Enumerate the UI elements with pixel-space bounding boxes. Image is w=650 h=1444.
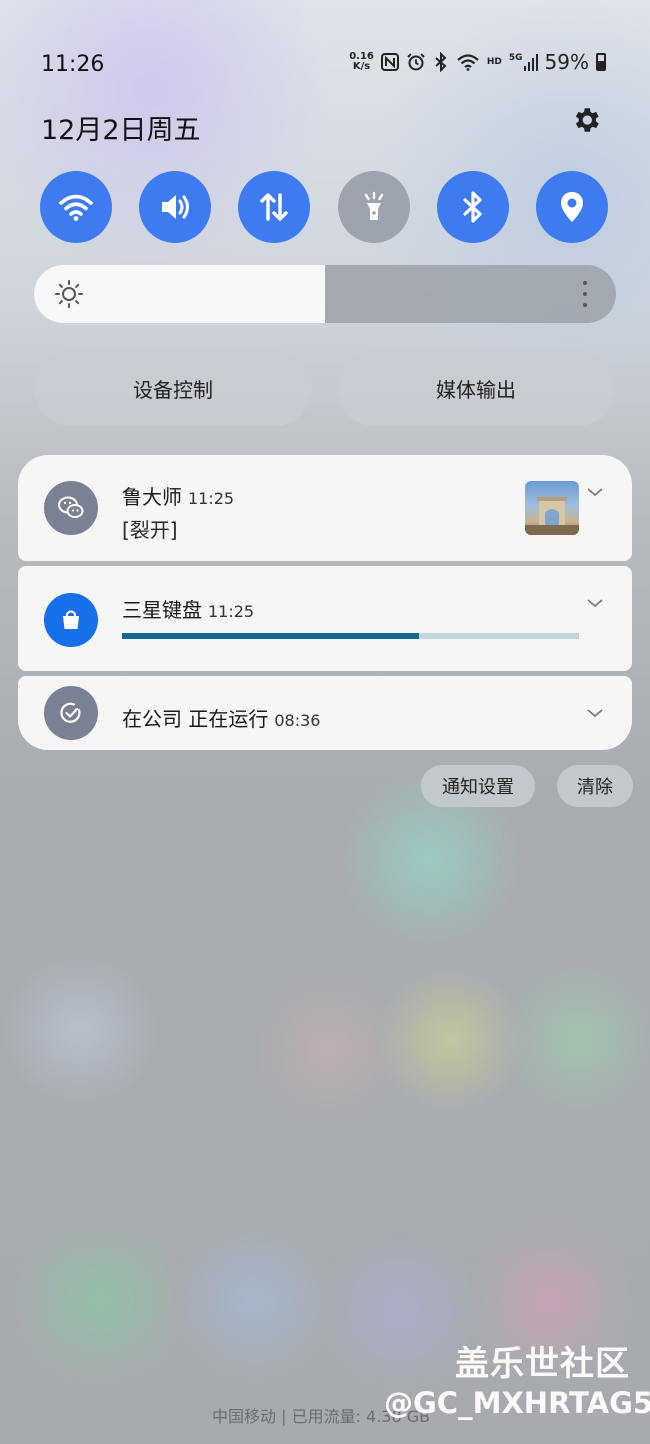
net-speed: 0.16 K/s (349, 51, 374, 72)
battery-icon (596, 53, 606, 71)
media-output-button[interactable]: 媒体输出 (337, 350, 615, 426)
quick-toggles (40, 171, 608, 243)
notification-keyboard[interactable]: 三星键盘 11:25 (18, 566, 632, 671)
notification-title: 三星键盘 (122, 598, 202, 622)
location-icon (560, 192, 583, 222)
flashlight-icon (364, 191, 383, 220)
wifi-icon (457, 54, 479, 71)
shopping-bag-icon (44, 593, 98, 647)
notification-wechat[interactable]: 鲁大师 11:25 [裂开] (18, 455, 632, 561)
download-progress (122, 633, 579, 639)
notification-time: 08:36 (274, 711, 321, 730)
network-type: 5G (508, 53, 523, 63)
status-time: 11:26 (41, 52, 105, 77)
wechat-icon (44, 481, 98, 535)
chevron-down-icon[interactable] (586, 486, 604, 498)
check-circle-icon (44, 686, 98, 740)
gear-icon[interactable] (570, 104, 602, 136)
watermark-site: 盖乐世社区 (455, 1344, 630, 1384)
alarm-icon (407, 53, 425, 71)
location-toggle[interactable] (535, 171, 608, 243)
bluetooth-toggle[interactable] (436, 171, 509, 243)
notification-thumbnail (525, 481, 579, 535)
chevron-down-icon[interactable] (586, 707, 604, 719)
bluetooth-icon (435, 52, 447, 72)
brightness-sun-icon (55, 280, 83, 308)
date-label: 12月2日周五 (41, 115, 201, 146)
notification-running[interactable]: 在公司 正在运行 08:36 (18, 676, 632, 750)
volume-icon (162, 195, 190, 219)
wifi-icon (59, 194, 93, 221)
wifi-toggle[interactable] (40, 171, 112, 243)
signal-bars-icon (523, 54, 538, 71)
notification-time: 11:25 (208, 602, 255, 621)
data-arrows-icon (260, 193, 289, 221)
flashlight-toggle[interactable] (337, 171, 410, 243)
notification-time: 11:25 (188, 489, 235, 508)
battery-percent: 59% (544, 50, 589, 74)
notification-text: [裂开] (122, 518, 178, 542)
sound-toggle[interactable] (139, 171, 212, 243)
nfc-icon (380, 53, 399, 71)
device-control-button[interactable]: 设备控制 (34, 350, 312, 426)
chevron-down-icon[interactable] (586, 597, 604, 609)
hd-icon: HD (486, 57, 502, 67)
brightness-more-icon[interactable] (582, 281, 588, 307)
watermark-user: @GC_MXHRTAG5 (384, 1386, 650, 1420)
notification-settings-button[interactable]: 通知设置 (421, 765, 535, 807)
notification-title: 在公司 正在运行 (122, 707, 269, 731)
signal-5g-icon: 5G (509, 53, 538, 71)
brightness-slider[interactable] (34, 265, 616, 323)
bluetooth-icon (463, 191, 482, 223)
clear-button[interactable]: 清除 (557, 765, 633, 807)
notification-title: 鲁大师 (122, 485, 182, 509)
status-icons: 0.16 K/s HD 5G 59% (349, 50, 606, 74)
download-progress-fill (122, 633, 420, 639)
mobile-data-toggle[interactable] (238, 171, 311, 243)
